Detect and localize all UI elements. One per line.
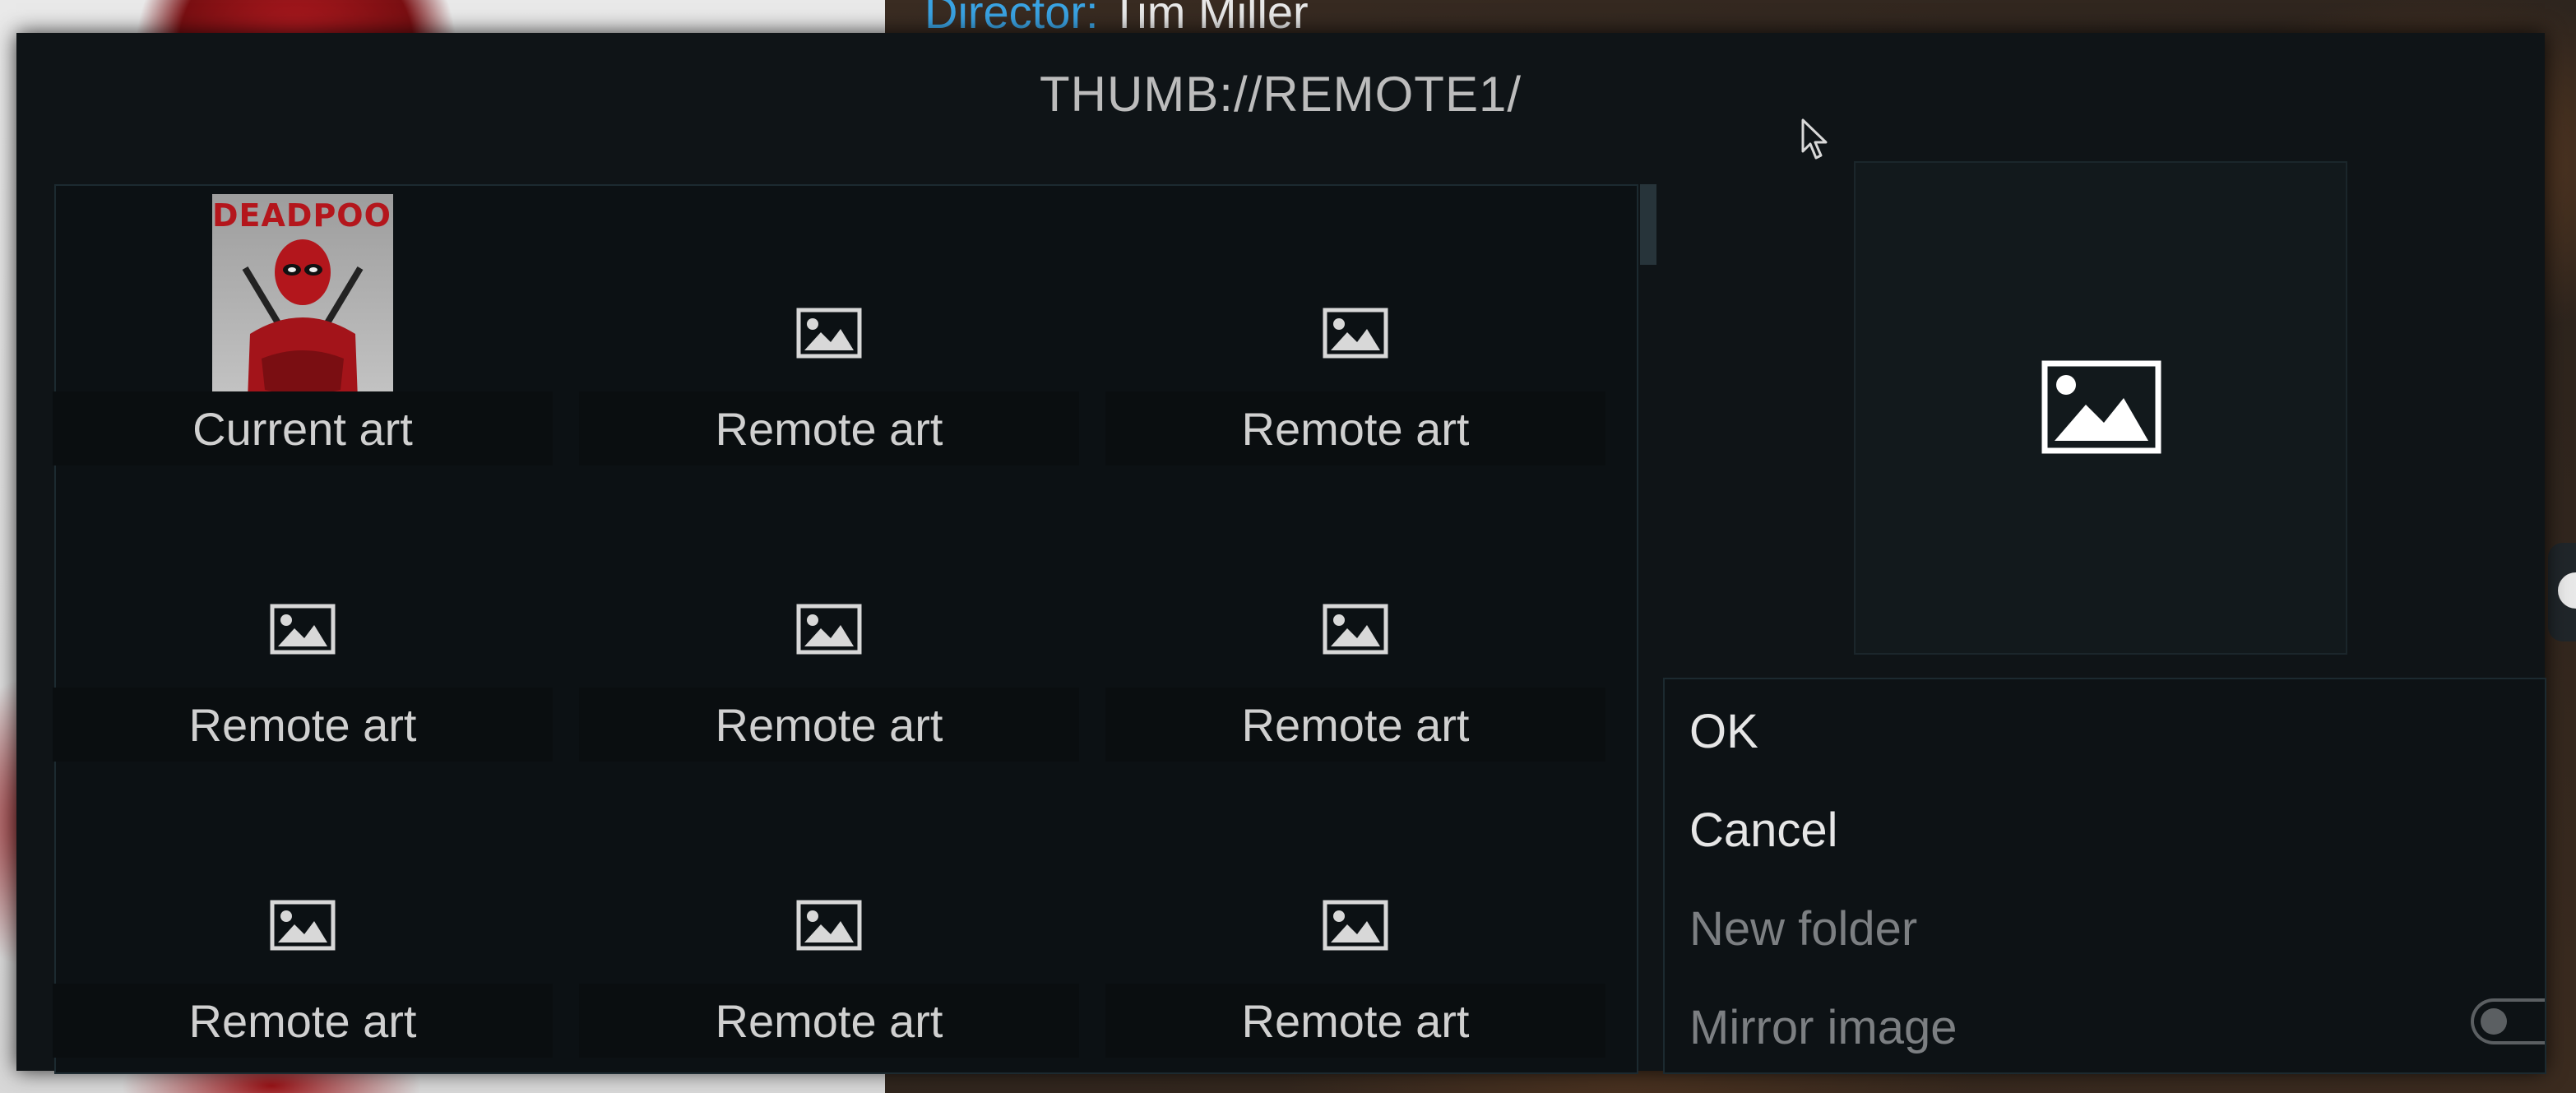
art-tile[interactable]: Remote art [579,773,1079,1058]
toggle-knob [2481,1008,2507,1035]
mirror-image-button[interactable]: Mirror image [1689,982,2528,1072]
image-icon [1323,308,1388,359]
mouse-pointer-icon [1801,118,1828,160]
grid-scrollbar[interactable] [1637,184,1656,1072]
art-tile[interactable]: Remote art [1105,477,1605,762]
grid-scrollbar-thumb[interactable] [1640,184,1656,265]
new-folder-button[interactable]: New folder [1689,883,2528,974]
tile-label: Current art [53,391,553,465]
image-icon [796,900,862,951]
side-tab-dot [2558,572,2576,609]
tile-label: Remote art [1105,391,1605,465]
art-tile[interactable]: Remote art [1105,773,1605,1058]
art-tile[interactable]: Remote art [579,477,1079,762]
mirror-image-toggle[interactable] [2471,998,2545,1044]
ok-button[interactable]: OK [1689,686,2528,776]
dialog-button-list: OK Cancel New folder Mirror image [1663,678,2546,1074]
tile-label: Remote art [53,984,553,1058]
image-icon [796,308,862,359]
tile-label: Remote art [579,391,1079,465]
tile-label: Remote art [579,688,1079,762]
tile-label: Remote art [579,984,1079,1058]
image-icon [796,604,862,655]
art-tile-current[interactable]: DEADPOOL Current art [53,181,553,465]
art-tile[interactable]: Remote art [1105,181,1605,465]
image-icon [270,604,336,655]
background-side-tab [2548,543,2576,641]
image-icon [1323,900,1388,951]
tile-label: Remote art [1105,984,1605,1058]
art-tile[interactable]: Remote art [579,181,1079,465]
art-preview [1854,161,2347,655]
dialog-title: THUMB://REMOTE1/ [1039,67,1522,122]
tile-label: Remote art [1105,688,1605,762]
image-icon [270,900,336,951]
thumbnail-browser-dialog: THUMB://REMOTE1/ DEADPOOL Current art Re… [16,33,2546,1074]
image-icon [2041,360,2161,454]
art-tile[interactable]: Remote art [53,477,553,762]
art-tile[interactable]: Remote art [53,773,553,1058]
cancel-button[interactable]: Cancel [1689,785,2528,875]
image-icon [1323,604,1388,655]
tile-label: Remote art [53,688,553,762]
